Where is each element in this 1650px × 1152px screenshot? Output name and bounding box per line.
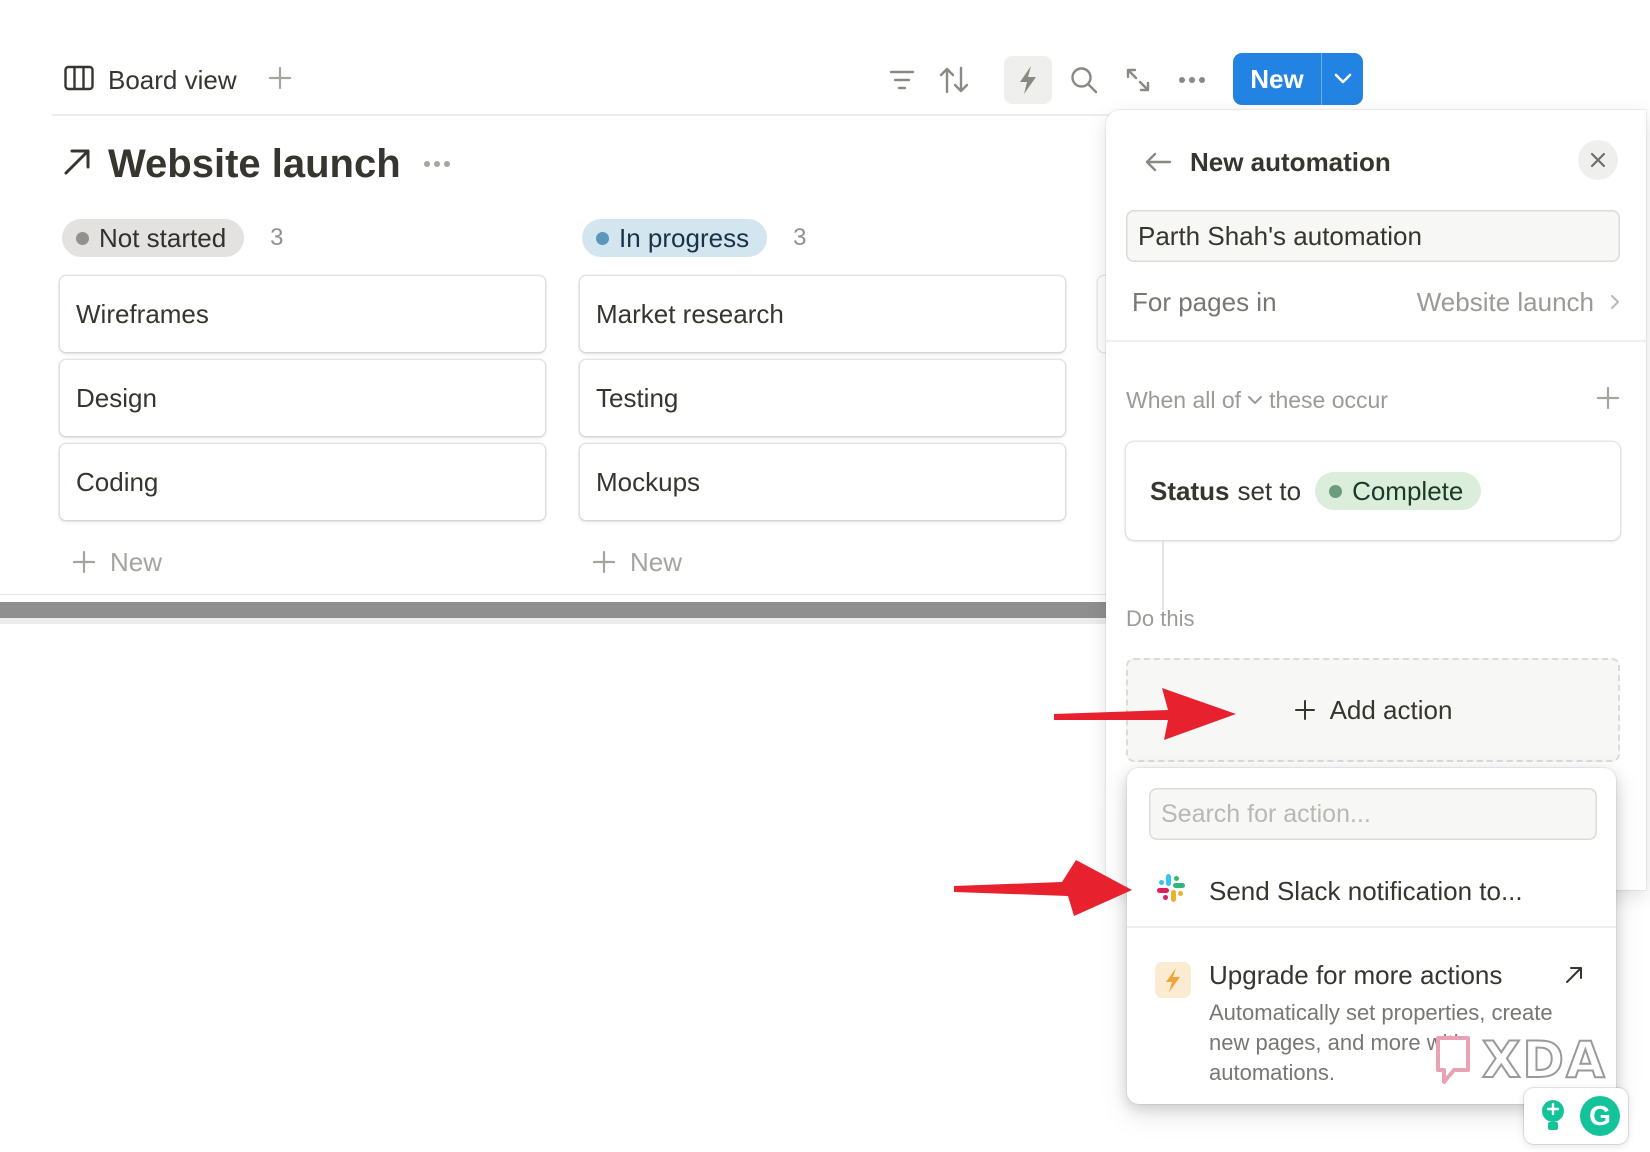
arrow-left-icon [1145,152,1172,172]
expand-icon [1126,68,1150,92]
watermark-text: XDA [1481,1030,1607,1090]
panel-title: New automation [1190,146,1391,177]
column-count: 3 [270,224,284,251]
chevron-down-icon [1248,396,1263,404]
do-this-label: Do this [1126,606,1195,631]
title-more-icon[interactable] [423,155,451,173]
sort-button[interactable] [930,56,978,104]
trigger-condition-card[interactable]: Status set to Complete [1126,442,1620,540]
lightbulb-icon [1538,1098,1568,1139]
xda-watermark-logo: XDA [1432,1030,1607,1090]
status-dot-icon [596,231,609,245]
database-toolbar: Board view New [0,0,1650,116]
status-dot-icon [76,231,89,245]
plus-icon [1596,386,1620,409]
board-view-label: Board view [108,64,237,95]
tab-board-view[interactable]: Board view [64,60,237,100]
new-template-dropdown[interactable] [1322,53,1363,105]
chevron-down-icon [1334,73,1351,84]
add-action-label: Add action [1329,694,1453,725]
lightning-icon [1155,962,1191,998]
board-title[interactable]: Website launch [108,142,401,187]
add-card-button[interactable]: New [60,542,548,582]
grammarly-icon: G [1580,1096,1620,1136]
status-dot-icon [1329,484,1343,498]
board-card[interactable]: Coding [60,444,545,520]
menu-item-slack-notification[interactable]: Send Slack notification to... [1127,858,1616,924]
condition-value: Complete [1352,475,1464,506]
search-icon [1071,67,1098,94]
slack-icon [1155,872,1187,911]
linked-database-arrow-icon[interactable] [62,147,92,182]
close-button[interactable] [1578,140,1618,180]
flow-connector [1162,540,1164,610]
board-view-icon [64,65,94,96]
board-title-row: Website launch [62,134,451,194]
for-pages-row[interactable]: For pages in Website launch [1126,274,1626,330]
add-card-button[interactable]: New [580,542,1068,582]
toolbar-divider [52,114,1112,116]
column-count: 3 [793,224,807,251]
close-icon [1590,152,1606,168]
more-options-button[interactable] [1168,56,1216,104]
add-card-label: New [110,546,163,577]
condition-operator: set to [1237,475,1302,506]
for-pages-label: For pages in [1132,286,1277,317]
trigger-suffix: these occur [1269,386,1388,413]
board-bottom-divider [0,594,1110,595]
board-column-not-started: Not started 3 Wireframes Design Coding N… [60,218,548,582]
search-button[interactable] [1060,56,1108,104]
status-label: In progress [619,222,750,253]
back-button[interactable] [1136,140,1180,184]
menu-divider [1127,926,1616,928]
plus-icon [592,550,616,574]
board-card[interactable]: Mockups [580,444,1065,520]
status-label: Not started [99,222,227,253]
board-card[interactable]: Design [60,360,545,436]
for-pages-value: Website launch [1417,287,1620,318]
trigger-mode-selector[interactable]: When all of these occur [1126,387,1388,414]
trigger-header: When all of these occur [1126,378,1620,422]
filter-icon [889,70,915,90]
new-button-group: New [1233,53,1363,105]
more-icon [1179,77,1205,83]
plus-icon [72,550,96,574]
plus-icon [1294,700,1315,720]
condition-property: Status [1150,475,1230,506]
status-badge: Complete [1315,472,1482,510]
grammarly-widget[interactable]: G [1524,1088,1628,1144]
add-view-button[interactable] [262,58,298,98]
slack-label: Send Slack notification to... [1209,875,1523,906]
scrollbar-edge [0,618,1120,624]
automation-name-input[interactable] [1126,210,1620,262]
horizontal-scrollbar[interactable] [0,602,1120,618]
annotation-arrow-add-action [1054,688,1236,740]
action-search-input[interactable] [1149,788,1597,840]
database-name: Website launch [1416,286,1594,317]
panel-divider [1106,340,1646,342]
add-card-label: New [630,546,683,577]
status-badge[interactable]: Not started [62,219,245,257]
expand-button[interactable] [1114,56,1162,104]
filter-button[interactable] [878,56,926,104]
plus-icon [268,66,292,90]
column-header: Not started 3 [62,218,548,258]
board-card[interactable]: Testing [580,360,1065,436]
annotation-arrow-slack [954,860,1132,916]
xda-logo-icon [1436,1036,1470,1084]
board-column-in-progress: In progress 3 Market research Testing Mo… [580,218,1068,582]
automations-button[interactable] [1004,56,1052,104]
sort-icon [939,66,969,94]
trigger-prefix: When all of [1126,386,1242,413]
add-trigger-button[interactable] [1596,386,1620,415]
column-header: In progress 3 [582,218,1068,258]
lightning-icon [1020,66,1036,94]
upgrade-title: Upgrade for more actions [1209,960,1503,990]
external-link-icon [1559,960,1589,990]
status-badge[interactable]: In progress [582,219,768,257]
board-card[interactable]: Wireframes [60,276,545,352]
chevron-right-icon [1611,295,1619,309]
new-button[interactable]: New [1233,53,1321,105]
board-card[interactable]: Market research [580,276,1065,352]
